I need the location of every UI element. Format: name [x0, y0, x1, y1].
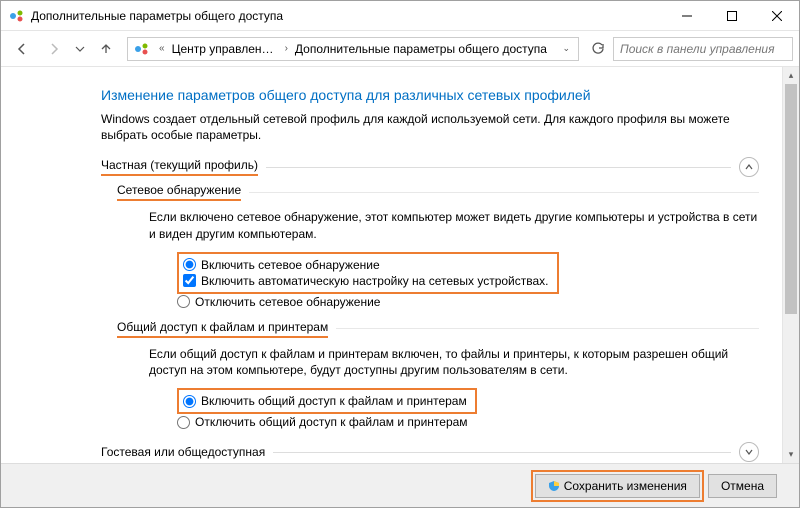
checkbox-input[interactable]	[183, 274, 196, 287]
minimize-button[interactable]	[664, 1, 709, 31]
discovery-on-radio[interactable]: Включить сетевое обнаружение	[183, 257, 549, 273]
titlebar: Дополнительные параметры общего доступа	[1, 1, 799, 31]
back-button[interactable]	[7, 35, 37, 63]
radio-input[interactable]	[183, 395, 196, 408]
breadcrumb-seg-2[interactable]: Дополнительные параметры общего доступа	[293, 42, 549, 56]
discovery-desc: Если включено сетевое обнаружение, этот …	[149, 209, 759, 241]
checkbox-label: Включить автоматическую настройку на сет…	[201, 274, 549, 288]
recent-button[interactable]	[71, 35, 89, 63]
scroll-up-arrow[interactable]: ▴	[783, 67, 799, 84]
fileshare-on-radio[interactable]: Включить общий доступ к файлам и принтер…	[183, 393, 467, 409]
discovery-options-highlight: Включить сетевое обнаружение Включить ав…	[177, 252, 559, 294]
divider	[266, 167, 731, 168]
expand-icon[interactable]	[739, 442, 759, 462]
shield-icon	[548, 480, 560, 492]
chevron-right-icon: ›	[280, 43, 293, 54]
search-placeholder: Поиск в панели управления	[620, 42, 775, 56]
location-icon	[134, 41, 150, 57]
fileshare-off-radio[interactable]: Отключить общий доступ к файлам и принте…	[177, 414, 759, 430]
divider	[336, 328, 759, 329]
subsection-discovery-title: Сетевое обнаружение	[117, 183, 241, 201]
address-bar[interactable]: « Центр управлени... › Дополнительные па…	[127, 37, 579, 61]
fileshare-on-highlight: Включить общий доступ к файлам и принтер…	[177, 388, 477, 414]
footer: Сохранить изменения Отмена	[1, 463, 799, 507]
radio-input[interactable]	[183, 258, 196, 271]
breadcrumb-root-chevron[interactable]: «	[154, 43, 170, 54]
search-input[interactable]: Поиск в панели управления	[613, 37, 793, 61]
vertical-scrollbar[interactable]: ▴ ▾	[782, 67, 799, 463]
breadcrumb-seg-1[interactable]: Центр управлени...	[170, 42, 280, 56]
radio-input[interactable]	[177, 295, 190, 308]
navbar: « Центр управлени... › Дополнительные па…	[1, 31, 799, 67]
cancel-label: Отмена	[721, 479, 764, 493]
cancel-button[interactable]: Отмена	[708, 474, 777, 498]
up-button[interactable]	[91, 35, 121, 63]
radio-input[interactable]	[177, 416, 190, 429]
scroll-down-arrow[interactable]: ▾	[783, 446, 799, 463]
subsection-fileshare-header: Общий доступ к файлам и принтерам	[117, 320, 759, 338]
maximize-button[interactable]	[709, 1, 754, 31]
discovery-auto-checkbox[interactable]: Включить автоматическую настройку на сет…	[183, 273, 549, 289]
page-heading: Изменение параметров общего доступа для …	[101, 87, 759, 103]
page-intro: Windows создает отдельный сетевой профил…	[101, 111, 759, 143]
section-private-title: Частная (текущий профиль)	[101, 158, 258, 176]
collapse-icon[interactable]	[739, 157, 759, 177]
subsection-fileshare-title: Общий доступ к файлам и принтерам	[117, 320, 328, 338]
forward-button[interactable]	[39, 35, 69, 63]
refresh-button[interactable]	[585, 42, 611, 56]
scroll-thumb[interactable]	[785, 84, 797, 314]
radio-label: Включить сетевое обнаружение	[201, 258, 380, 272]
section-private-header[interactable]: Частная (текущий профиль)	[101, 157, 759, 177]
app-icon	[9, 8, 25, 24]
address-dropdown[interactable]: ⌄	[556, 43, 576, 54]
window-title: Дополнительные параметры общего доступа	[31, 9, 664, 23]
save-label: Сохранить изменения	[564, 479, 687, 493]
radio-label: Отключить общий доступ к файлам и принте…	[195, 415, 468, 429]
radio-label: Включить общий доступ к файлам и принтер…	[201, 394, 467, 408]
divider	[249, 192, 759, 193]
fileshare-desc: Если общий доступ к файлам и принтерам в…	[149, 346, 759, 378]
section-guest-title: Гостевая или общедоступная	[101, 445, 265, 459]
content-area: Изменение параметров общего доступа для …	[1, 67, 799, 463]
subsection-discovery-header: Сетевое обнаружение	[117, 183, 759, 201]
divider	[273, 452, 731, 453]
radio-label: Отключить сетевое обнаружение	[195, 295, 380, 309]
section-guest-header[interactable]: Гостевая или общедоступная	[101, 442, 759, 462]
close-button[interactable]	[754, 1, 799, 31]
discovery-off-radio[interactable]: Отключить сетевое обнаружение	[177, 294, 759, 310]
save-button[interactable]: Сохранить изменения	[535, 474, 700, 498]
